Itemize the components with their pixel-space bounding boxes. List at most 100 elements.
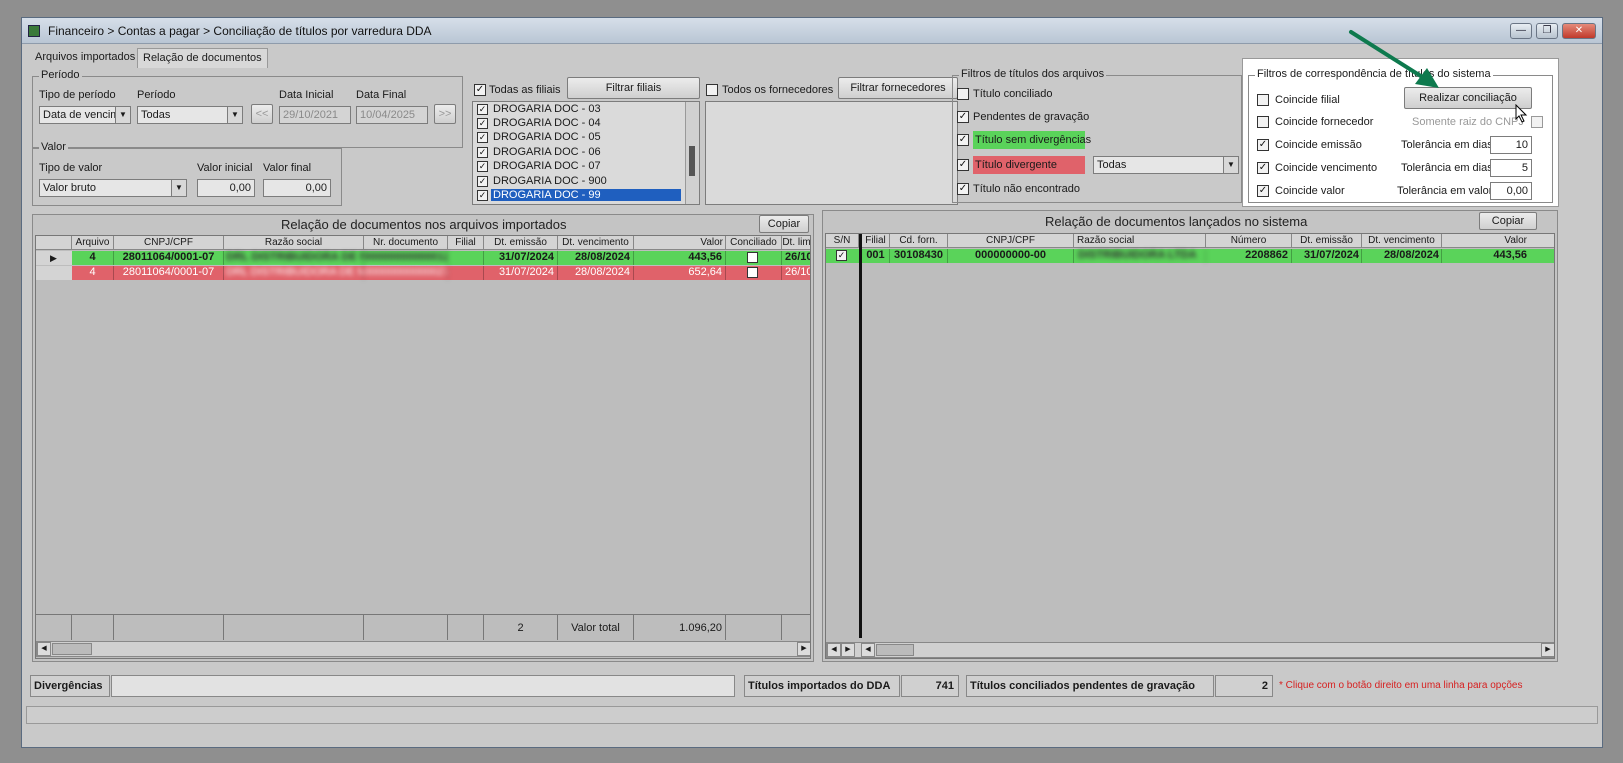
right-grid-hscrollbar[interactable]: ◀ ▶ ◀ ▶ [826, 642, 1554, 658]
cell-valor: 652,64 [634, 266, 726, 280]
tab-arquivos-importados[interactable]: Arquivos importados [30, 48, 140, 68]
todos-fornecedores-checkbox[interactable] [706, 84, 718, 96]
close-button[interactable]: ✕ [1562, 23, 1596, 39]
scroll-right-icon[interactable]: ▶ [841, 643, 855, 657]
col-header[interactable]: Nr. documento [364, 236, 448, 250]
bottom-status-strip [26, 706, 1598, 724]
col-header[interactable]: Dt. lim [782, 236, 810, 250]
sn-cell: ✓ [826, 249, 859, 263]
filial-checkbox[interactable]: ✓ [477, 132, 488, 143]
coincide-vencimento-checkbox[interactable]: ✓ [1257, 162, 1269, 174]
scroll-left-icon[interactable]: ◀ [827, 643, 841, 657]
minimize-button[interactable]: — [1510, 23, 1532, 39]
col-header[interactable]: Razão social [224, 236, 364, 250]
col-header[interactable]: Valor [634, 236, 726, 250]
col-header[interactable]: Número [1206, 234, 1292, 248]
tipo-periodo-select[interactable]: Data de vencim ▼ [39, 106, 131, 124]
left-copiar-button[interactable]: Copiar [759, 215, 809, 233]
right-copiar-button[interactable]: Copiar [1479, 212, 1537, 230]
prev-period-button[interactable]: << [251, 104, 273, 124]
todas-filiais-checkbox[interactable]: ✓ [474, 84, 486, 96]
window-title: Financeiro > Contas a pagar > Conciliaçã… [48, 24, 432, 38]
cell-dt-lim: 26/10 [782, 251, 810, 265]
divergente-select-value: Todas [1097, 159, 1127, 171]
data-final-label: Data Final [356, 89, 407, 101]
divergente-select[interactable]: Todas ▼ [1093, 156, 1239, 174]
valor-final-input[interactable]: 0,00 [263, 179, 331, 197]
next-period-button[interactable]: >> [434, 104, 456, 124]
maximize-button[interactable]: ❐ [1536, 23, 1558, 39]
tab-relacao-documentos[interactable]: Relação de documentos [137, 48, 268, 68]
cell-dt-vencimento: 28/08/2024 [558, 266, 634, 280]
tolerancia-emissao-input[interactable]: 10 [1490, 136, 1532, 154]
right-grid-title: Relação de documentos lançados no sistem… [1045, 214, 1308, 229]
scroll-left-icon[interactable]: ◀ [37, 642, 51, 656]
scroll-thumb[interactable] [876, 644, 914, 656]
tolerancia-valor-input[interactable]: 0,00 [1490, 182, 1532, 200]
scroll-right-icon[interactable]: ▶ [797, 642, 810, 656]
todos-fornecedores-label: Todos os fornecedores [722, 84, 834, 96]
somente-raiz-checkbox[interactable] [1531, 116, 1543, 128]
coincide-valor-checkbox[interactable]: ✓ [1257, 185, 1269, 197]
filtros-arquivos-label: Filtros de títulos dos arquivos [959, 68, 1107, 80]
table-row[interactable]: 4 28011064/0001-07 DRL DISTRIBUIDORA DE … [72, 251, 810, 265]
scroll-left-icon[interactable]: ◀ [861, 643, 875, 657]
col-header[interactable]: Razão social [1074, 234, 1206, 248]
periodo-select[interactable]: Todas ▼ [137, 106, 243, 124]
cell-valor: 443,56 [1442, 249, 1554, 263]
col-header[interactable]: Dt. emissão [484, 236, 558, 250]
tolerancia-vencimento-input[interactable]: 5 [1490, 159, 1532, 177]
coincide-fornecedor-checkbox[interactable] [1257, 116, 1269, 128]
col-header[interactable]: Dt. vencimento [558, 236, 634, 250]
sn-checkbox[interactable]: ✓ [836, 250, 847, 261]
filiais-scrollbar[interactable] [685, 102, 699, 204]
filtrar-filiais-button[interactable]: Filtrar filiais [567, 77, 700, 99]
col-header[interactable]: Dt. vencimento [1362, 234, 1442, 248]
titulo-divergente-checkbox[interactable]: ✓ [957, 159, 969, 171]
filial-item-label: DROGARIA DOC - 99 [491, 189, 681, 201]
col-header[interactable]: Filial [862, 234, 890, 248]
table-row[interactable]: 001 30108430 000000000-00 DISTRIBUIDORA … [862, 249, 1554, 263]
scroll-right-icon[interactable]: ▶ [1541, 643, 1554, 657]
coincide-filial-checkbox[interactable] [1257, 94, 1269, 106]
filial-checkbox[interactable]: ✓ [477, 176, 488, 187]
filiais-list: ✓ DROGARIA DOC - 03 ✓ DROGARIA DOC - 04 ✓ D… [472, 101, 700, 205]
divergencias-field[interactable] [111, 675, 735, 697]
tipo-valor-select[interactable]: Valor bruto ▼ [39, 179, 187, 197]
scroll-thumb[interactable] [689, 146, 695, 176]
col-header[interactable]: CNPJ/CPF [114, 236, 224, 250]
filial-checkbox[interactable]: ✓ [477, 118, 488, 129]
left-grid-hscrollbar[interactable]: ◀ ▶ [36, 641, 810, 657]
coincide-emissao-checkbox[interactable]: ✓ [1257, 139, 1269, 151]
data-final-input[interactable]: 10/04/2025 [356, 106, 428, 124]
col-header[interactable]: Valor [1442, 234, 1554, 248]
sem-divergencias-checkbox[interactable]: ✓ [957, 134, 969, 146]
col-header[interactable]: Filial [448, 236, 484, 250]
data-inicial-input[interactable]: 29/10/2021 [279, 106, 351, 124]
col-header[interactable]: Conciliado [726, 236, 782, 250]
titulo-conciliado-checkbox[interactable] [957, 88, 969, 100]
filial-checkbox[interactable]: ✓ [477, 147, 488, 158]
col-header[interactable]: Dt. emissão [1292, 234, 1362, 248]
filial-checkbox[interactable]: ✓ [477, 190, 488, 201]
conciliado-checkbox[interactable] [747, 252, 758, 263]
valor-inicial-input[interactable]: 0,00 [197, 179, 255, 197]
table-row[interactable]: 4 28011064/0001-07 DRL DISTRIBUIDORA DE … [72, 266, 810, 280]
pendentes-gravacao-checkbox[interactable]: ✓ [957, 111, 969, 123]
annotation-arrow-icon [1349, 30, 1439, 88]
col-header[interactable]: S/N [826, 234, 859, 248]
current-row-indicator-icon: ▶ [36, 251, 72, 265]
col-header[interactable]: CNPJ/CPF [948, 234, 1074, 248]
filtrar-fornecedores-button[interactable]: Filtrar fornecedores [838, 77, 958, 99]
col-header[interactable]: Arquivo [72, 236, 114, 250]
filial-checkbox[interactable]: ✓ [477, 104, 488, 115]
conciliado-checkbox[interactable] [747, 267, 758, 278]
filial-checkbox[interactable]: ✓ [477, 161, 488, 172]
tipo-periodo-value: Data de vencim [43, 109, 120, 121]
coincide-filial-label: Coincide filial [1275, 94, 1340, 106]
scroll-thumb[interactable] [52, 643, 92, 655]
nao-encontrado-checkbox[interactable]: ✓ [957, 183, 969, 195]
mouse-cursor-icon [1515, 104, 1528, 123]
col-header[interactable]: Cd. forn. [890, 234, 948, 248]
footer-total-value: 1.096,20 [634, 614, 726, 640]
